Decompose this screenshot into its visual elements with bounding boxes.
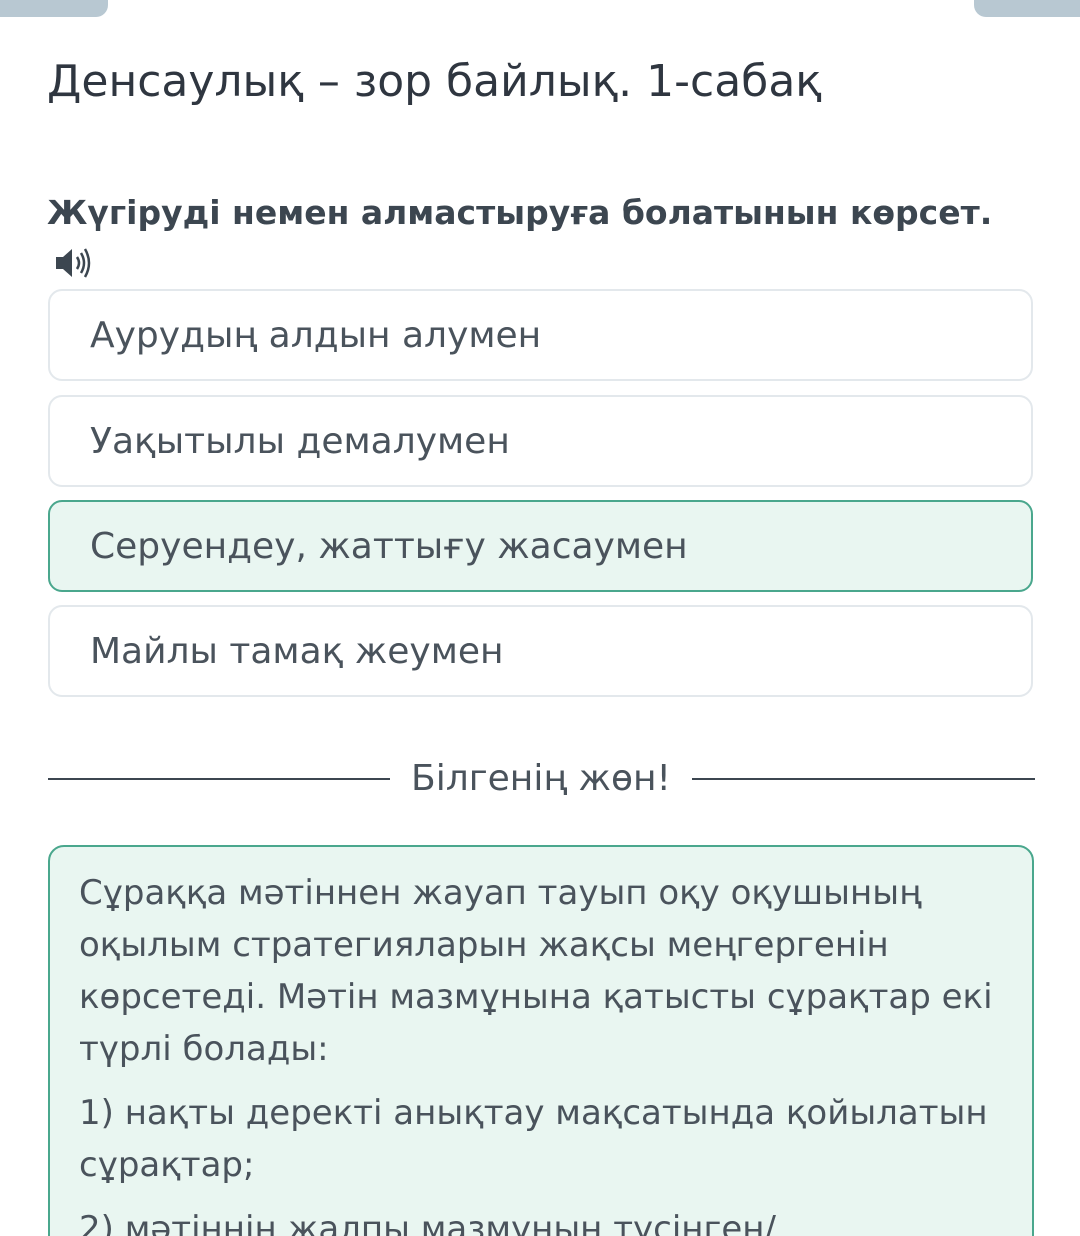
lesson-page: Денсаулық – зор байлық. 1-сабақ Жүгіруді… (0, 0, 1080, 1236)
divider-left (48, 778, 390, 780)
question-text: Жүгіруді немен алмастыруға болатынын көр… (47, 193, 993, 232)
answer-option-label: Аурудың алдын алумен (90, 314, 542, 356)
info-heading: Білгенің жөн! (411, 758, 671, 799)
answer-option-1[interactable]: Аурудың алдын алумен (48, 289, 1033, 381)
answer-option-3-selected[interactable]: Серуендеу, жаттығу жасаумен (48, 500, 1033, 592)
page-title: Денсаулық – зор байлық. 1-сабақ (47, 56, 822, 107)
answer-option-4[interactable]: Майлы тамақ жеумен (48, 605, 1033, 697)
divider-right (692, 778, 1035, 780)
answer-option-label: Майлы тамақ жеумен (90, 630, 504, 672)
answer-option-label: Уақытылы демалумен (90, 420, 510, 462)
top-left-tab[interactable] (0, 0, 108, 17)
info-paragraph-3: 2) мәтіннің жалпы мазмұнын түсінген/ (79, 1209, 776, 1236)
info-paragraph-1: Сұраққа мәтіннен жауап тауып оқу оқушыны… (79, 873, 993, 1069)
speaker-icon[interactable] (52, 245, 96, 281)
info-box: Сұраққа мәтіннен жауап тауып оқу оқушыны… (48, 845, 1034, 1236)
answer-option-label: Серуендеу, жаттығу жасаумен (90, 525, 688, 567)
answer-option-2[interactable]: Уақытылы демалумен (48, 395, 1033, 487)
top-right-tab[interactable] (974, 0, 1080, 17)
info-paragraph-2: 1) нақты деректі анықтау мақсатында қойы… (79, 1093, 988, 1185)
